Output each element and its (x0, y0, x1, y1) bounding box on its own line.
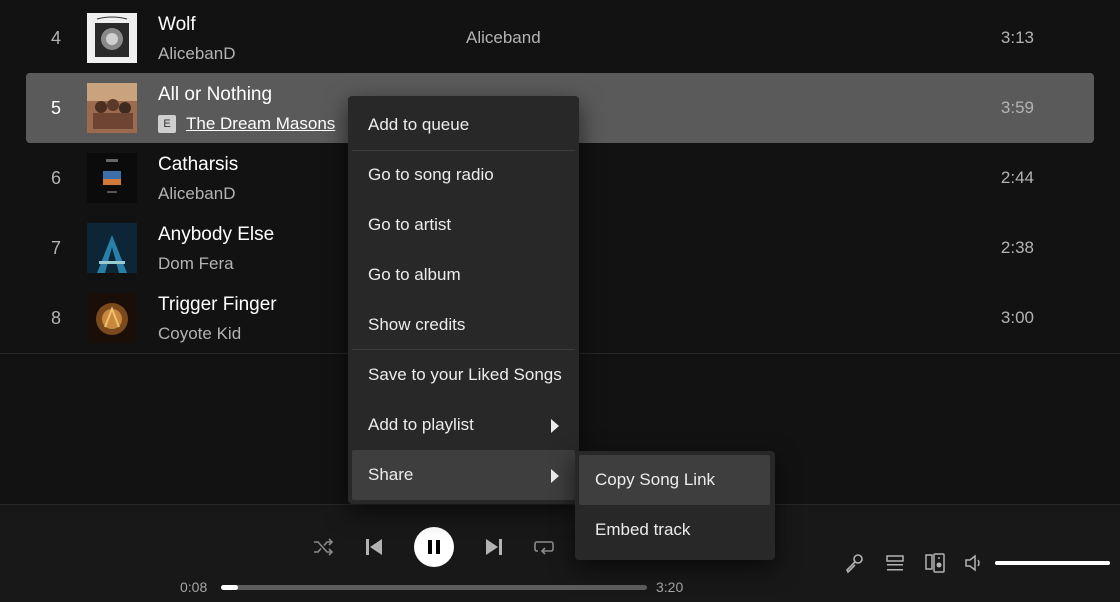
menu-item-save-to-liked-songs[interactable]: Save to your Liked Songs (352, 350, 575, 400)
context-menu: Add to queue Go to song radio Go to arti… (348, 96, 579, 504)
submenu-item-copy-song-link[interactable]: Copy Song Link (579, 455, 770, 505)
track-title[interactable]: All or Nothing (158, 84, 272, 106)
connect-device-icon[interactable] (924, 552, 946, 574)
menu-item-show-credits[interactable]: Show credits (352, 300, 575, 350)
track-title[interactable]: Anybody Else (158, 224, 274, 246)
submenu-item-embed-track[interactable]: Embed track (579, 505, 770, 555)
explicit-badge: E (158, 115, 176, 133)
volume-fill (995, 561, 1110, 565)
track-duration: 2:44 (1000, 168, 1034, 187)
share-submenu: Copy Song Link Embed track (575, 451, 775, 560)
track-artist[interactable]: Dom Fera (158, 254, 234, 274)
album-art (87, 153, 137, 203)
menu-item-share[interactable]: Share (352, 450, 575, 500)
track-duration: 2:38 (1000, 238, 1034, 257)
track-number: 5 (50, 98, 61, 118)
progress-bar[interactable] (221, 585, 647, 590)
menu-item-go-to-album[interactable]: Go to album (352, 250, 575, 300)
album-art (87, 223, 137, 273)
album-art (87, 13, 137, 63)
track-artist[interactable]: AlicebanD (158, 184, 236, 204)
chevron-right-icon (551, 469, 559, 483)
lyrics-icon[interactable] (843, 552, 865, 574)
menu-item-label: Share (368, 465, 414, 484)
elapsed-time: 0:08 (180, 579, 208, 595)
track-title[interactable]: Catharsis (158, 154, 238, 176)
next-icon[interactable] (483, 536, 505, 558)
total-time: 3:20 (656, 579, 684, 595)
track-duration: 3:00 (1000, 308, 1034, 327)
track-number: 8 (50, 308, 61, 328)
menu-item-go-to-song-radio[interactable]: Go to song radio (352, 150, 575, 200)
menu-item-add-to-queue[interactable]: Add to queue (352, 100, 575, 150)
track-artist-line: E The Dream Masons (158, 114, 335, 134)
track-row[interactable]: 4 Wolf AlicebanD Aliceband 3:13 (26, 3, 1094, 73)
shuffle-icon[interactable] (312, 536, 334, 558)
album-art (87, 83, 137, 133)
track-artist[interactable]: Coyote Kid (158, 324, 241, 344)
track-artist[interactable]: The Dream Masons (186, 114, 335, 133)
queue-icon[interactable] (884, 552, 906, 574)
menu-item-label: Add to playlist (368, 415, 474, 434)
track-duration: 3:13 (1000, 28, 1034, 47)
pause-button[interactable] (414, 527, 454, 567)
track-artist[interactable]: AlicebanD (158, 44, 236, 64)
progress-fill (221, 585, 239, 590)
track-number: 7 (50, 238, 61, 258)
track-number: 4 (50, 28, 61, 48)
track-title[interactable]: Wolf (158, 14, 196, 36)
chevron-right-icon (551, 419, 559, 433)
repeat-icon[interactable] (533, 536, 555, 558)
track-duration: 3:59 (1000, 98, 1034, 117)
menu-item-go-to-artist[interactable]: Go to artist (352, 200, 575, 250)
track-number: 6 (50, 168, 61, 188)
volume-icon[interactable] (963, 552, 985, 574)
menu-item-add-to-playlist[interactable]: Add to playlist (352, 400, 575, 450)
album-art (87, 293, 137, 343)
volume-slider[interactable] (995, 561, 1110, 565)
track-album[interactable]: Aliceband (466, 3, 541, 73)
pause-icon (428, 540, 440, 554)
previous-icon[interactable] (363, 536, 385, 558)
track-title[interactable]: Trigger Finger (158, 294, 277, 316)
